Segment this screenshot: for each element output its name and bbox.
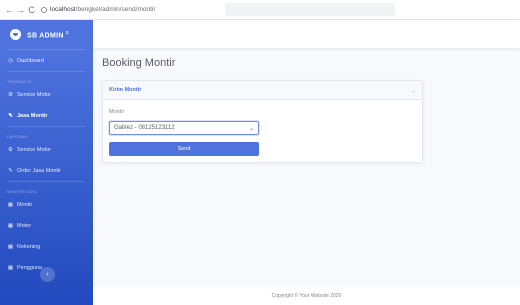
sidebar-item-label: Service Motor [17,91,51,98]
browser-toolbar: ← → C localhost/bengkel/admin/send/monti… [0,0,520,20]
sidebar-item-jasa-montir[interactable]: ✎ Jasa Montir [0,105,93,126]
send-button[interactable]: Send [109,142,259,156]
copyright-text: Copyright © Your Website 2020 [271,293,342,299]
montir-select[interactable]: Galirez - 08125123112 ⌄ [109,121,259,135]
sidebar-item-label: Pengguna [17,264,43,271]
chevron-down-icon[interactable]: ⌄ [411,87,416,94]
sidebar-item-service-motor[interactable]: ⚙ Service Motor [0,84,93,105]
sidebar-item-dashboard[interactable]: ◷ Dashboard [0,50,93,71]
sidebar-item-label: Rekening [17,243,41,250]
sidebar-item-label: Jasa Montir [17,112,48,119]
brand-name: SB ADMIN [27,32,64,40]
montir-label: Montir [109,109,125,115]
sidebar-item-label: Motor [17,222,32,229]
browser-tab-area [225,3,395,16]
cog-icon: ⚙ [8,91,13,98]
sidebar-item-motor[interactable]: ▦ Motor [0,215,93,236]
footer: Copyright © Your Website 2020 [93,287,520,305]
sidebar-item-order-jasa-montir[interactable]: ✎ Order Jasa Montir [0,160,93,181]
sidebar-item-label: Dashboard [17,57,44,64]
wrench-icon: ✎ [8,112,13,119]
smile-icon [10,29,21,40]
sidebar-item-label: Service Motor [17,146,51,153]
table-icon: ▦ [7,264,14,271]
address-bar[interactable]: localhost/bengkel/admin/send/montir [41,6,156,13]
sidebar-heading-master: MASTER DATA [7,189,38,194]
reload-icon[interactable]: C [26,5,37,15]
sidebar: SB ADMIN 2 ◷ Dashboard TRANSAKSI ⚙ Service… [0,20,93,305]
sidebar-brand[interactable]: SB ADMIN 2 [0,20,93,49]
table-icon: ▦ [7,201,14,208]
sidebar-heading-laporan: LAPORAN [7,134,28,139]
sidebar-toggle-button[interactable]: ‹ [40,267,55,282]
booking-card: Kirim Montir ⌄ Montir Galirez - 08125123… [102,80,423,163]
sidebar-heading-transaksi: TRANSAKSI [7,79,32,84]
topbar [93,20,520,48]
table-icon: ▦ [7,222,14,229]
url-host: localhost [50,6,76,13]
sidebar-item-service-motor-report[interactable]: ⚙ Service Motor [0,139,93,160]
card-title: Kirim Montir [109,87,142,93]
page-title: Booking Montir [102,57,176,69]
brand-version: 2 [66,29,69,35]
montir-select-value: Galirez - 08125123112 [114,125,175,131]
sidebar-item-label: Montir [17,201,33,208]
url-path: /bengkel/admin/send/montir [75,6,156,13]
wrench-icon: ✎ [8,167,13,174]
sidebar-item-montir[interactable]: ▦ Montir [0,194,93,215]
cog-icon: ⚙ [8,146,13,153]
chevron-down-icon: ⌄ [248,125,254,132]
dashboard-icon: ◷ [8,57,13,64]
sidebar-item-label: Order Jasa Montir [17,167,62,174]
sidebar-item-rekening[interactable]: ▦ Rekening [0,236,93,257]
forward-icon[interactable]: → [15,5,26,15]
card-header[interactable]: Kirim Montir ⌄ [103,81,422,100]
table-icon: ▦ [7,243,14,250]
info-icon [41,6,47,13]
back-icon[interactable]: ← [4,5,15,15]
